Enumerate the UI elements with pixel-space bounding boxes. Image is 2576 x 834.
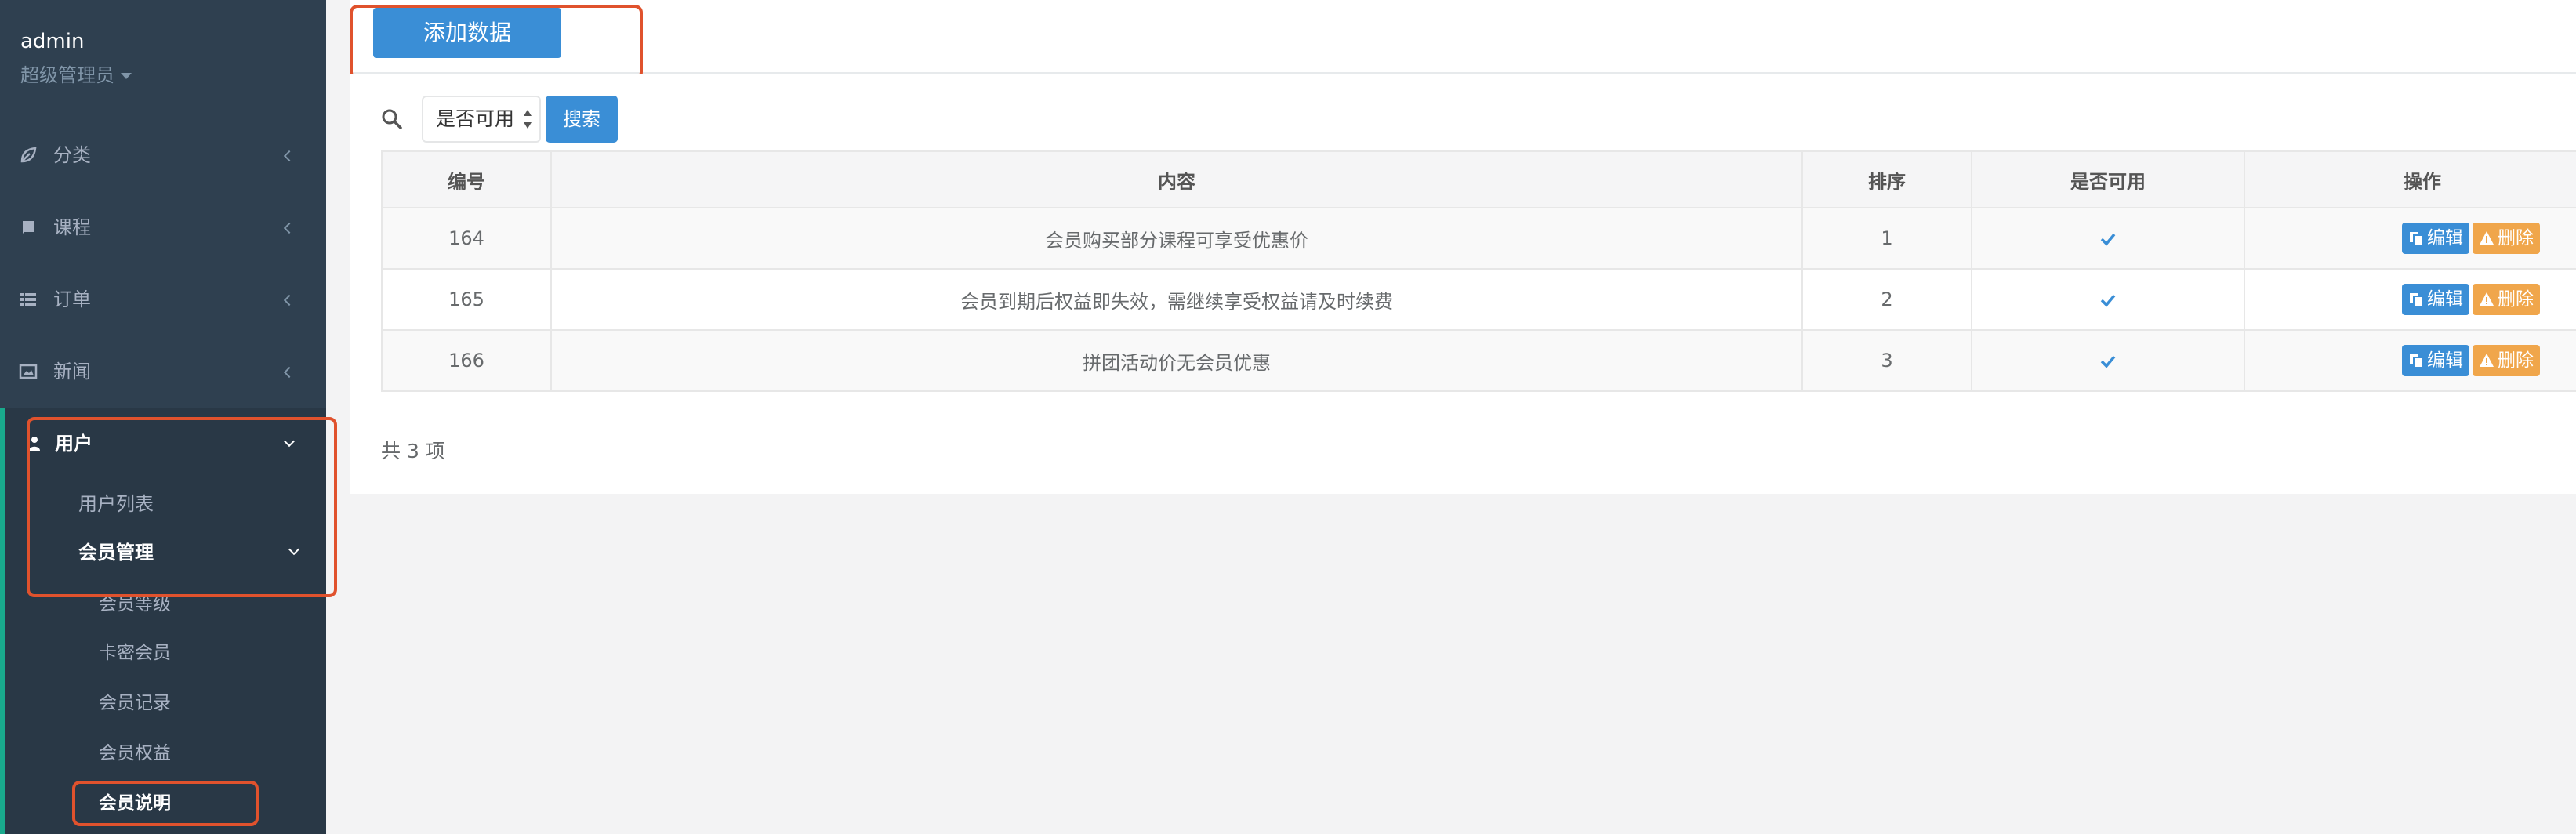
table-row: 165 会员到期后权益即失效，需继续享受权益请及时续费 2 编辑 删除 bbox=[381, 268, 2576, 331]
sidebar-item-course[interactable]: 课程 bbox=[0, 204, 326, 251]
highlight-box bbox=[27, 417, 337, 597]
chevron-left-icon bbox=[283, 150, 296, 162]
total-count: 共 3 项 bbox=[381, 440, 445, 462]
cell-sort: 2 bbox=[1801, 268, 1972, 331]
delete-label: 删除 bbox=[2498, 289, 2534, 310]
warning-icon bbox=[2480, 231, 2494, 245]
select-value: 是否可用 bbox=[436, 107, 515, 130]
toolbar bbox=[350, 0, 2576, 74]
image-icon bbox=[19, 364, 38, 379]
role-dropdown[interactable]: 超级管理员 bbox=[20, 60, 132, 87]
list-icon bbox=[20, 293, 36, 306]
cell-actions: 编辑 删除 bbox=[2244, 329, 2576, 392]
sidebar-subitem-card-member[interactable]: 卡密会员 bbox=[99, 633, 171, 673]
sidebar-item-label: 新闻 bbox=[53, 361, 91, 383]
table-row: 166 拼团活动价无会员优惠 3 编辑 删除 bbox=[381, 329, 2576, 392]
username: admin bbox=[20, 30, 85, 53]
cell-sort: 3 bbox=[1801, 329, 1972, 392]
copy-icon bbox=[2410, 232, 2423, 246]
sidebar-subitem-member-rights[interactable]: 会员权益 bbox=[99, 734, 171, 773]
data-table: 编号 内容 排序 是否可用 操作 164 会员购买部分课程可享受优惠价 1 编辑… bbox=[381, 150, 2576, 392]
sidebar-item-label: 订单 bbox=[53, 288, 91, 310]
sidebar-item-news[interactable]: 新闻 bbox=[0, 348, 326, 395]
delete-label: 删除 bbox=[2498, 350, 2534, 371]
column-header-sort[interactable]: 排序 bbox=[1801, 150, 1972, 208]
edit-label: 编辑 bbox=[2427, 228, 2463, 248]
cell-content: 会员购买部分课程可享受优惠价 bbox=[550, 207, 1803, 270]
check-icon bbox=[2100, 355, 2116, 368]
search-button[interactable]: 搜索 bbox=[546, 96, 618, 143]
cell-content: 拼团活动价无会员优惠 bbox=[550, 329, 1803, 392]
cell-actions: 编辑 删除 bbox=[2244, 268, 2576, 331]
delete-button[interactable]: 删除 bbox=[2473, 345, 2540, 376]
chevron-left-icon bbox=[283, 294, 296, 306]
edit-button[interactable]: 编辑 bbox=[2402, 345, 2469, 376]
cell-actions: 编辑 删除 bbox=[2244, 207, 2576, 270]
cell-id: 166 bbox=[381, 329, 552, 392]
sidebar-subitem-member-record[interactable]: 会员记录 bbox=[99, 684, 171, 723]
caret-down-icon bbox=[121, 73, 132, 79]
table-row: 164 会员购买部分课程可享受优惠价 1 编辑 删除 bbox=[381, 207, 2576, 270]
delete-label: 删除 bbox=[2498, 228, 2534, 248]
chevron-left-icon bbox=[283, 222, 296, 234]
availability-select[interactable]: 是否可用 bbox=[422, 96, 541, 143]
copy-icon bbox=[2410, 293, 2423, 307]
copy-icon bbox=[2410, 354, 2423, 368]
active-menu-indicator bbox=[0, 408, 5, 834]
sort-arrows-icon bbox=[524, 110, 532, 129]
book-icon bbox=[23, 221, 34, 234]
edit-label: 编辑 bbox=[2427, 350, 2463, 371]
check-icon bbox=[2100, 294, 2116, 307]
column-header-content[interactable]: 内容 bbox=[550, 150, 1803, 208]
edit-button[interactable]: 编辑 bbox=[2402, 284, 2469, 315]
edit-label: 编辑 bbox=[2427, 289, 2463, 310]
cell-id: 164 bbox=[381, 207, 552, 270]
search-icon bbox=[382, 109, 402, 129]
cell-content: 会员到期后权益即失效，需继续享受权益请及时续费 bbox=[550, 268, 1803, 331]
sidebar-item-category[interactable]: 分类 bbox=[0, 132, 326, 179]
leaf-icon bbox=[20, 147, 37, 163]
sidebar-item-order[interactable]: 订单 bbox=[0, 276, 326, 323]
role-label: 超级管理员 bbox=[20, 64, 114, 86]
table-header-row: 编号 内容 排序 是否可用 操作 bbox=[381, 150, 2576, 208]
warning-icon bbox=[2480, 354, 2494, 367]
cell-available bbox=[1971, 268, 2245, 331]
chevron-left-icon bbox=[283, 366, 296, 379]
highlight-box bbox=[72, 781, 259, 826]
column-header-id[interactable]: 编号 bbox=[381, 150, 552, 208]
sidebar-item-label: 课程 bbox=[53, 216, 91, 238]
warning-icon bbox=[2480, 292, 2494, 306]
cell-available bbox=[1971, 329, 2245, 392]
check-icon bbox=[2100, 233, 2116, 246]
cell-id: 165 bbox=[381, 268, 552, 331]
delete-button[interactable]: 删除 bbox=[2473, 284, 2540, 315]
column-header-available[interactable]: 是否可用 bbox=[1971, 150, 2245, 208]
highlight-box bbox=[350, 5, 643, 80]
cell-available bbox=[1971, 207, 2245, 270]
cell-sort: 1 bbox=[1801, 207, 1972, 270]
column-header-actions: 操作 bbox=[2244, 150, 2576, 208]
delete-button[interactable]: 删除 bbox=[2473, 223, 2540, 254]
sidebar-item-label: 分类 bbox=[53, 144, 91, 166]
edit-button[interactable]: 编辑 bbox=[2402, 223, 2469, 254]
